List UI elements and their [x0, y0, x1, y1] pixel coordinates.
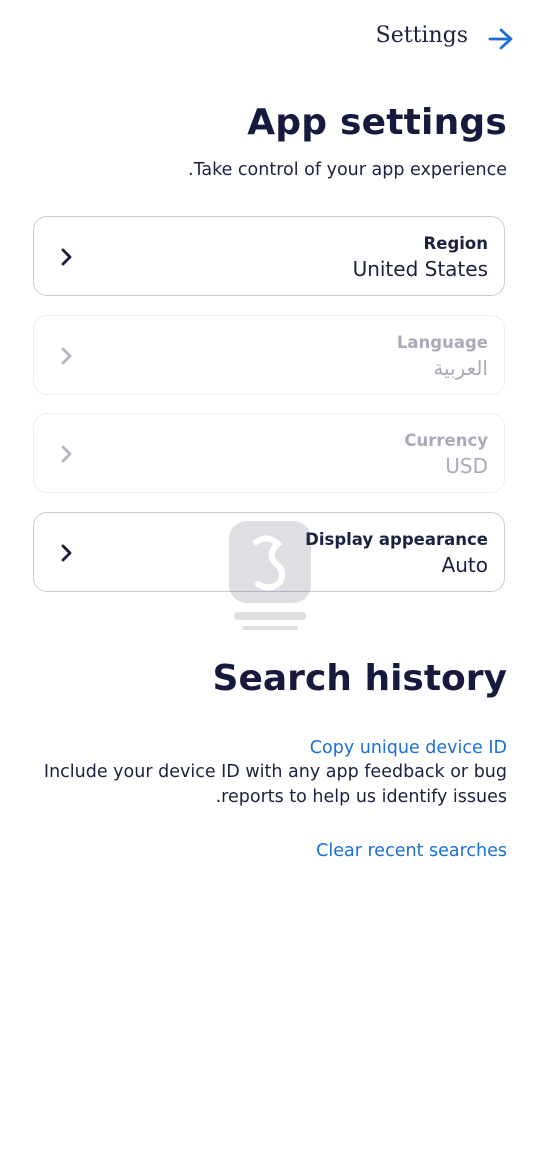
region-setting-card[interactable]: Region United States — [33, 216, 505, 296]
copy-device-id-link[interactable]: Copy unique device ID — [310, 738, 507, 758]
display-appearance-label: Display appearance — [305, 530, 488, 549]
back-button[interactable] — [486, 24, 516, 54]
language-setting-card: Language العربية — [33, 315, 505, 395]
currency-setting-card: Currency USD — [33, 413, 505, 493]
page-subtitle: Take control of your app experience. — [188, 160, 507, 180]
device-id-help-text: Include your device ID with any app feed… — [43, 762, 507, 807]
app-header: Settings — [0, 0, 540, 78]
currency-label: Currency — [404, 431, 488, 450]
language-label: Language — [396, 333, 488, 352]
chevron-right-icon — [61, 248, 72, 266]
header-title: Settings — [375, 23, 468, 48]
chevron-right-icon — [61, 347, 72, 365]
chevron-right-icon — [61, 544, 72, 562]
language-value: العربية — [433, 356, 488, 380]
search-history-title: Search history — [212, 658, 507, 699]
arrow-right-icon — [488, 28, 513, 50]
display-appearance-value: Auto — [441, 553, 488, 577]
clear-recent-searches-link[interactable]: Clear recent searches — [316, 841, 507, 861]
region-label: Region — [423, 234, 488, 253]
page-title: App settings — [247, 102, 507, 143]
chevron-right-icon — [61, 445, 72, 463]
currency-value: USD — [445, 454, 488, 478]
region-value: United States — [352, 257, 488, 281]
watermark-logo — [229, 521, 311, 630]
